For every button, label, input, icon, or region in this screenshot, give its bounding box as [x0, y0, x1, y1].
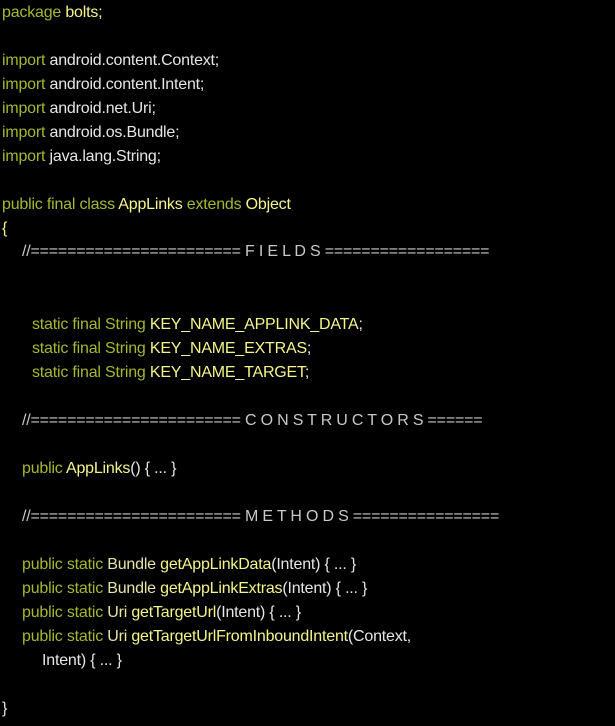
field-name: KEY_NAME_TARGET [149, 364, 305, 381]
constructor-line: public AppLinks() { ... } [0, 457, 176, 481]
import-line: import java.lang.String; [0, 145, 161, 169]
import-path: android.os.Bundle; [49, 124, 180, 141]
class-name: AppLinks [118, 196, 183, 213]
method-signature: (Intent) { ... } [271, 556, 357, 573]
methods-comment: //======================= M E T H O D S … [0, 505, 499, 529]
method-name: getTargetUrlFromInboundIntent [131, 628, 348, 645]
import-keyword: import [2, 52, 46, 69]
field-modifiers: static final [32, 316, 101, 333]
close-brace-line: } [0, 697, 7, 721]
constructors-comment-text: //======================= C O N S T R U … [22, 412, 483, 429]
method-modifiers: public static [22, 556, 103, 573]
method-return-type: Uri [107, 628, 128, 645]
constructor-name: AppLinks [65, 460, 131, 477]
method-name: getAppLinkExtras [160, 580, 283, 597]
import-keyword: import [2, 76, 46, 93]
method-modifiers: public static [22, 580, 103, 597]
method-name: getTargetUrl [131, 604, 217, 621]
field-modifiers: static final [32, 340, 101, 357]
method-signature: (Context, [347, 628, 412, 645]
field-type: String [105, 340, 146, 357]
method-return-type: Bundle [107, 556, 156, 573]
methods-comment-text: //======================= M E T H O D S … [22, 508, 500, 525]
class-modifiers: public final class [2, 196, 115, 213]
import-path: android.content.Context; [49, 52, 220, 69]
method-continuation: Intent) { ... } [42, 652, 122, 669]
method-return-type: Uri [107, 604, 128, 621]
method-signature: (Intent) { ... } [216, 604, 301, 621]
fields-comment: //======================= F I E L D S ==… [0, 240, 490, 264]
code-view: package bolts; import android.content.Co… [0, 0, 615, 726]
method-name: getAppLinkData [160, 556, 272, 573]
import-path: android.content.Intent; [49, 76, 205, 93]
import-line: import android.os.Bundle; [0, 121, 180, 145]
field-line: static final String KEY_NAME_EXTRAS; [0, 337, 311, 361]
method-line: public static Uri getTargetUrl(Intent) {… [0, 601, 301, 625]
field-type: String [105, 316, 146, 333]
field-modifiers: static final [32, 364, 101, 381]
field-line: static final String KEY_NAME_TARGET; [0, 361, 309, 385]
import-line: import android.content.Intent; [0, 73, 204, 97]
field-end: ; [304, 364, 310, 381]
import-path: java.lang.String; [49, 148, 162, 165]
import-line: import android.net.Uri; [0, 97, 156, 121]
field-type: String [105, 364, 146, 381]
field-name: KEY_NAME_APPLINK_DATA [149, 316, 359, 333]
field-name: KEY_NAME_EXTRAS [149, 340, 307, 357]
field-end: ; [306, 340, 312, 357]
package-name: bolts; [65, 4, 103, 21]
import-keyword: import [2, 124, 46, 141]
fields-comment-text: //======================= F I E L D S ==… [22, 243, 490, 260]
constructors-comment: //======================= C O N S T R U … [0, 409, 483, 433]
method-signature: (Intent) { ... } [282, 580, 368, 597]
open-brace-line: { [0, 217, 7, 241]
package-keyword: package [2, 4, 62, 21]
import-line: import android.content.Context; [0, 49, 219, 73]
constructor-body: () { ... } [130, 460, 177, 477]
class-declaration: public final class AppLinks extends Obje… [0, 193, 291, 217]
method-modifiers: public static [22, 628, 103, 645]
field-end: ; [358, 316, 363, 333]
extends-keyword: extends [186, 196, 242, 213]
constructor-modifier: public [22, 460, 63, 477]
method-continuation-line: Intent) { ... } [0, 649, 122, 673]
field-line: static final String KEY_NAME_APPLINK_DAT… [0, 313, 363, 337]
method-line: public static Bundle getAppLinkData(Inte… [0, 553, 356, 577]
import-path: android.net.Uri; [49, 100, 156, 117]
open-brace: { [2, 220, 8, 237]
method-modifiers: public static [22, 604, 103, 621]
import-keyword: import [2, 148, 46, 165]
method-line: public static Bundle getAppLinkExtras(In… [0, 577, 367, 601]
method-return-type: Bundle [107, 580, 156, 597]
close-brace: } [2, 700, 8, 717]
package-line: package bolts; [0, 1, 103, 25]
import-keyword: import [2, 100, 46, 117]
parent-class: Object [245, 196, 291, 213]
method-line: public static Uri getTargetUrlFromInboun… [0, 625, 411, 649]
